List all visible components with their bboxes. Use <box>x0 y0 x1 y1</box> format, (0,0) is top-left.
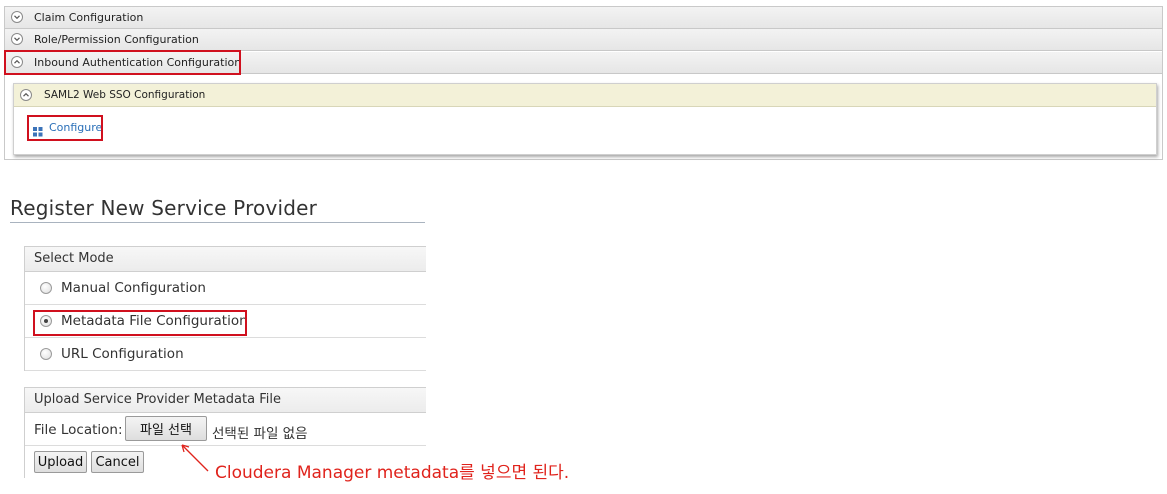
title-divider <box>10 222 425 223</box>
radio-label: Manual Configuration <box>61 280 206 296</box>
annotation-note: Cloudera Manager metadata를 넣으면 된다. <box>215 463 570 483</box>
highlight-metadata-file-option <box>33 310 247 336</box>
radio-label: URL Configuration <box>61 346 184 362</box>
select-mode-header: Select Mode <box>25 247 426 272</box>
radio-url-configuration[interactable] <box>40 348 52 360</box>
chevron-down-icon <box>11 11 23 23</box>
highlight-inbound-auth <box>4 50 241 75</box>
select-mode-table: Select Mode Manual Configuration Metadat… <box>24 246 426 371</box>
upload-metadata-header: Upload Service Provider Metadata File <box>25 388 426 413</box>
chevron-down-icon <box>11 33 23 45</box>
accordion-label: Role/Permission Configuration <box>34 33 199 46</box>
configuration-accordion: Claim Configuration Role/Permission Conf… <box>4 6 1163 160</box>
saml2-web-sso-section: SAML2 Web SSO Configuration <box>13 83 1157 155</box>
page-title: Register New Service Provider <box>10 196 318 220</box>
cancel-button[interactable]: Cancel <box>91 451 144 473</box>
saml2-web-sso-header[interactable]: SAML2 Web SSO Configuration <box>14 84 1156 107</box>
radio-manual-configuration[interactable] <box>40 282 52 294</box>
no-file-chosen-text: 선택된 파일 없음 <box>212 426 308 442</box>
highlight-configure <box>27 115 103 141</box>
file-location-label: File Location: <box>34 422 123 438</box>
accordion-role-permission-configuration[interactable]: Role/Permission Configuration <box>5 29 1162 51</box>
chevron-up-icon <box>20 89 32 101</box>
saml2-web-sso-label: SAML2 Web SSO Configuration <box>44 89 206 101</box>
upload-button[interactable]: Upload <box>34 451 87 473</box>
file-location-row: File Location: 파일 선택 선택된 파일 없음 <box>25 413 426 446</box>
mode-option-url[interactable]: URL Configuration <box>25 338 426 371</box>
accordion-label: Claim Configuration <box>34 11 144 24</box>
accordion-claim-configuration[interactable]: Claim Configuration <box>5 7 1162 29</box>
choose-file-button[interactable]: 파일 선택 <box>125 416 207 441</box>
annotation-arrow-icon <box>181 444 209 472</box>
mode-option-manual[interactable]: Manual Configuration <box>25 272 426 305</box>
